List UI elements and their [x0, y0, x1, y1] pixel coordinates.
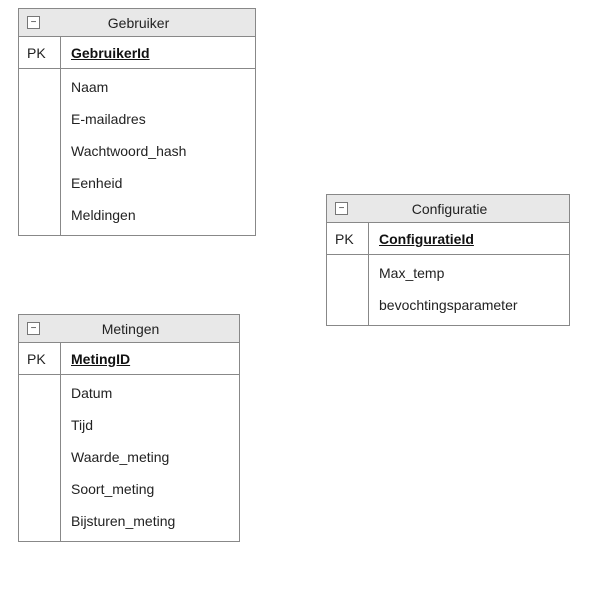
entity-header: − Metingen: [19, 315, 239, 343]
entity-body: PK ConfiguratieId Max_temp bevochtingspa…: [327, 223, 569, 325]
entity-metingen: − Metingen PK MetingID Datum Tijd Waarde…: [18, 314, 240, 542]
attr-row: Bijsturen_meting: [61, 505, 239, 537]
attr-row: Waarde_meting: [61, 441, 239, 473]
attr-row: Wachtwoord_hash: [61, 135, 255, 167]
entity-title: Configuratie: [356, 201, 569, 217]
attr-row: Meldingen: [61, 199, 255, 231]
collapse-icon[interactable]: −: [335, 202, 348, 215]
pk-label: PK: [19, 37, 61, 69]
attr-column: ConfiguratieId Max_temp bevochtingsparam…: [369, 223, 569, 325]
entity-body: PK MetingID Datum Tijd Waarde_meting Soo…: [19, 343, 239, 541]
entity-configuratie: − Configuratie PK ConfiguratieId Max_tem…: [326, 194, 570, 326]
attr-column: GebruikerId Naam E-mailadres Wachtwoord_…: [61, 37, 255, 235]
pk-empty: [19, 375, 60, 541]
attrs-block: Max_temp bevochtingsparameter: [369, 255, 569, 325]
attr-row: Max_temp: [369, 257, 569, 289]
attr-column: MetingID Datum Tijd Waarde_meting Soort_…: [61, 343, 239, 541]
pk-label: PK: [19, 343, 61, 375]
pk-empty: [327, 255, 368, 325]
attr-row: Naam: [61, 71, 255, 103]
collapse-icon[interactable]: −: [27, 322, 40, 335]
entity-gebruiker: − Gebruiker PK GebruikerId Naam E-mailad…: [18, 8, 256, 236]
attr-row: Soort_meting: [61, 473, 239, 505]
pk-column: PK: [19, 343, 61, 541]
attr-row: Datum: [61, 377, 239, 409]
pk-name: GebruikerId: [61, 37, 255, 69]
pk-name: ConfiguratieId: [369, 223, 569, 255]
pk-empty: [19, 69, 60, 235]
entity-title: Gebruiker: [48, 15, 255, 31]
collapse-icon[interactable]: −: [27, 16, 40, 29]
attr-row: bevochtingsparameter: [369, 289, 569, 321]
pk-column: PK: [19, 37, 61, 235]
attrs-block: Naam E-mailadres Wachtwoord_hash Eenheid…: [61, 69, 255, 235]
attr-row: Eenheid: [61, 167, 255, 199]
attr-row: E-mailadres: [61, 103, 255, 135]
entity-header: − Configuratie: [327, 195, 569, 223]
entity-title: Metingen: [48, 321, 239, 337]
pk-column: PK: [327, 223, 369, 325]
attrs-block: Datum Tijd Waarde_meting Soort_meting Bi…: [61, 375, 239, 541]
pk-name: MetingID: [61, 343, 239, 375]
pk-label: PK: [327, 223, 369, 255]
entity-body: PK GebruikerId Naam E-mailadres Wachtwoo…: [19, 37, 255, 235]
entity-header: − Gebruiker: [19, 9, 255, 37]
attr-row: Tijd: [61, 409, 239, 441]
